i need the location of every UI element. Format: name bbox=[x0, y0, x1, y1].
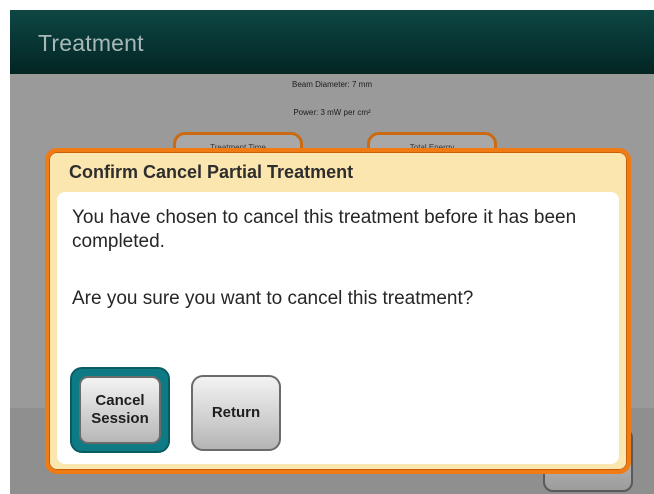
page-title: Treatment bbox=[38, 30, 144, 56]
cancel-session-button-face[interactable]: Cancel Session bbox=[79, 376, 161, 444]
dialog-message-2: Are you sure you want to cancel this tre… bbox=[72, 288, 474, 309]
confirm-cancel-dialog: Confirm Cancel Partial Treatment You hav… bbox=[45, 148, 631, 474]
dialog-message-1: You have chosen to cancel this treatment… bbox=[72, 207, 577, 252]
dialog-title: Confirm Cancel Partial Treatment bbox=[69, 162, 354, 182]
power-text: Power: 3 mW per cm² bbox=[293, 108, 371, 117]
header-bar: Treatment bbox=[10, 10, 654, 74]
return-button[interactable]: Return bbox=[191, 375, 281, 451]
cancel-session-label-line2: Session bbox=[91, 410, 149, 427]
return-button-label: Return bbox=[211, 404, 261, 421]
cancel-session-button[interactable]: Cancel Session bbox=[70, 367, 170, 453]
dialog-body: You have chosen to cancel this treatment… bbox=[57, 192, 619, 464]
cancel-session-label-line1: Cancel bbox=[95, 392, 145, 409]
beam-diameter-text: Beam Diameter: 7 mm bbox=[291, 80, 373, 89]
